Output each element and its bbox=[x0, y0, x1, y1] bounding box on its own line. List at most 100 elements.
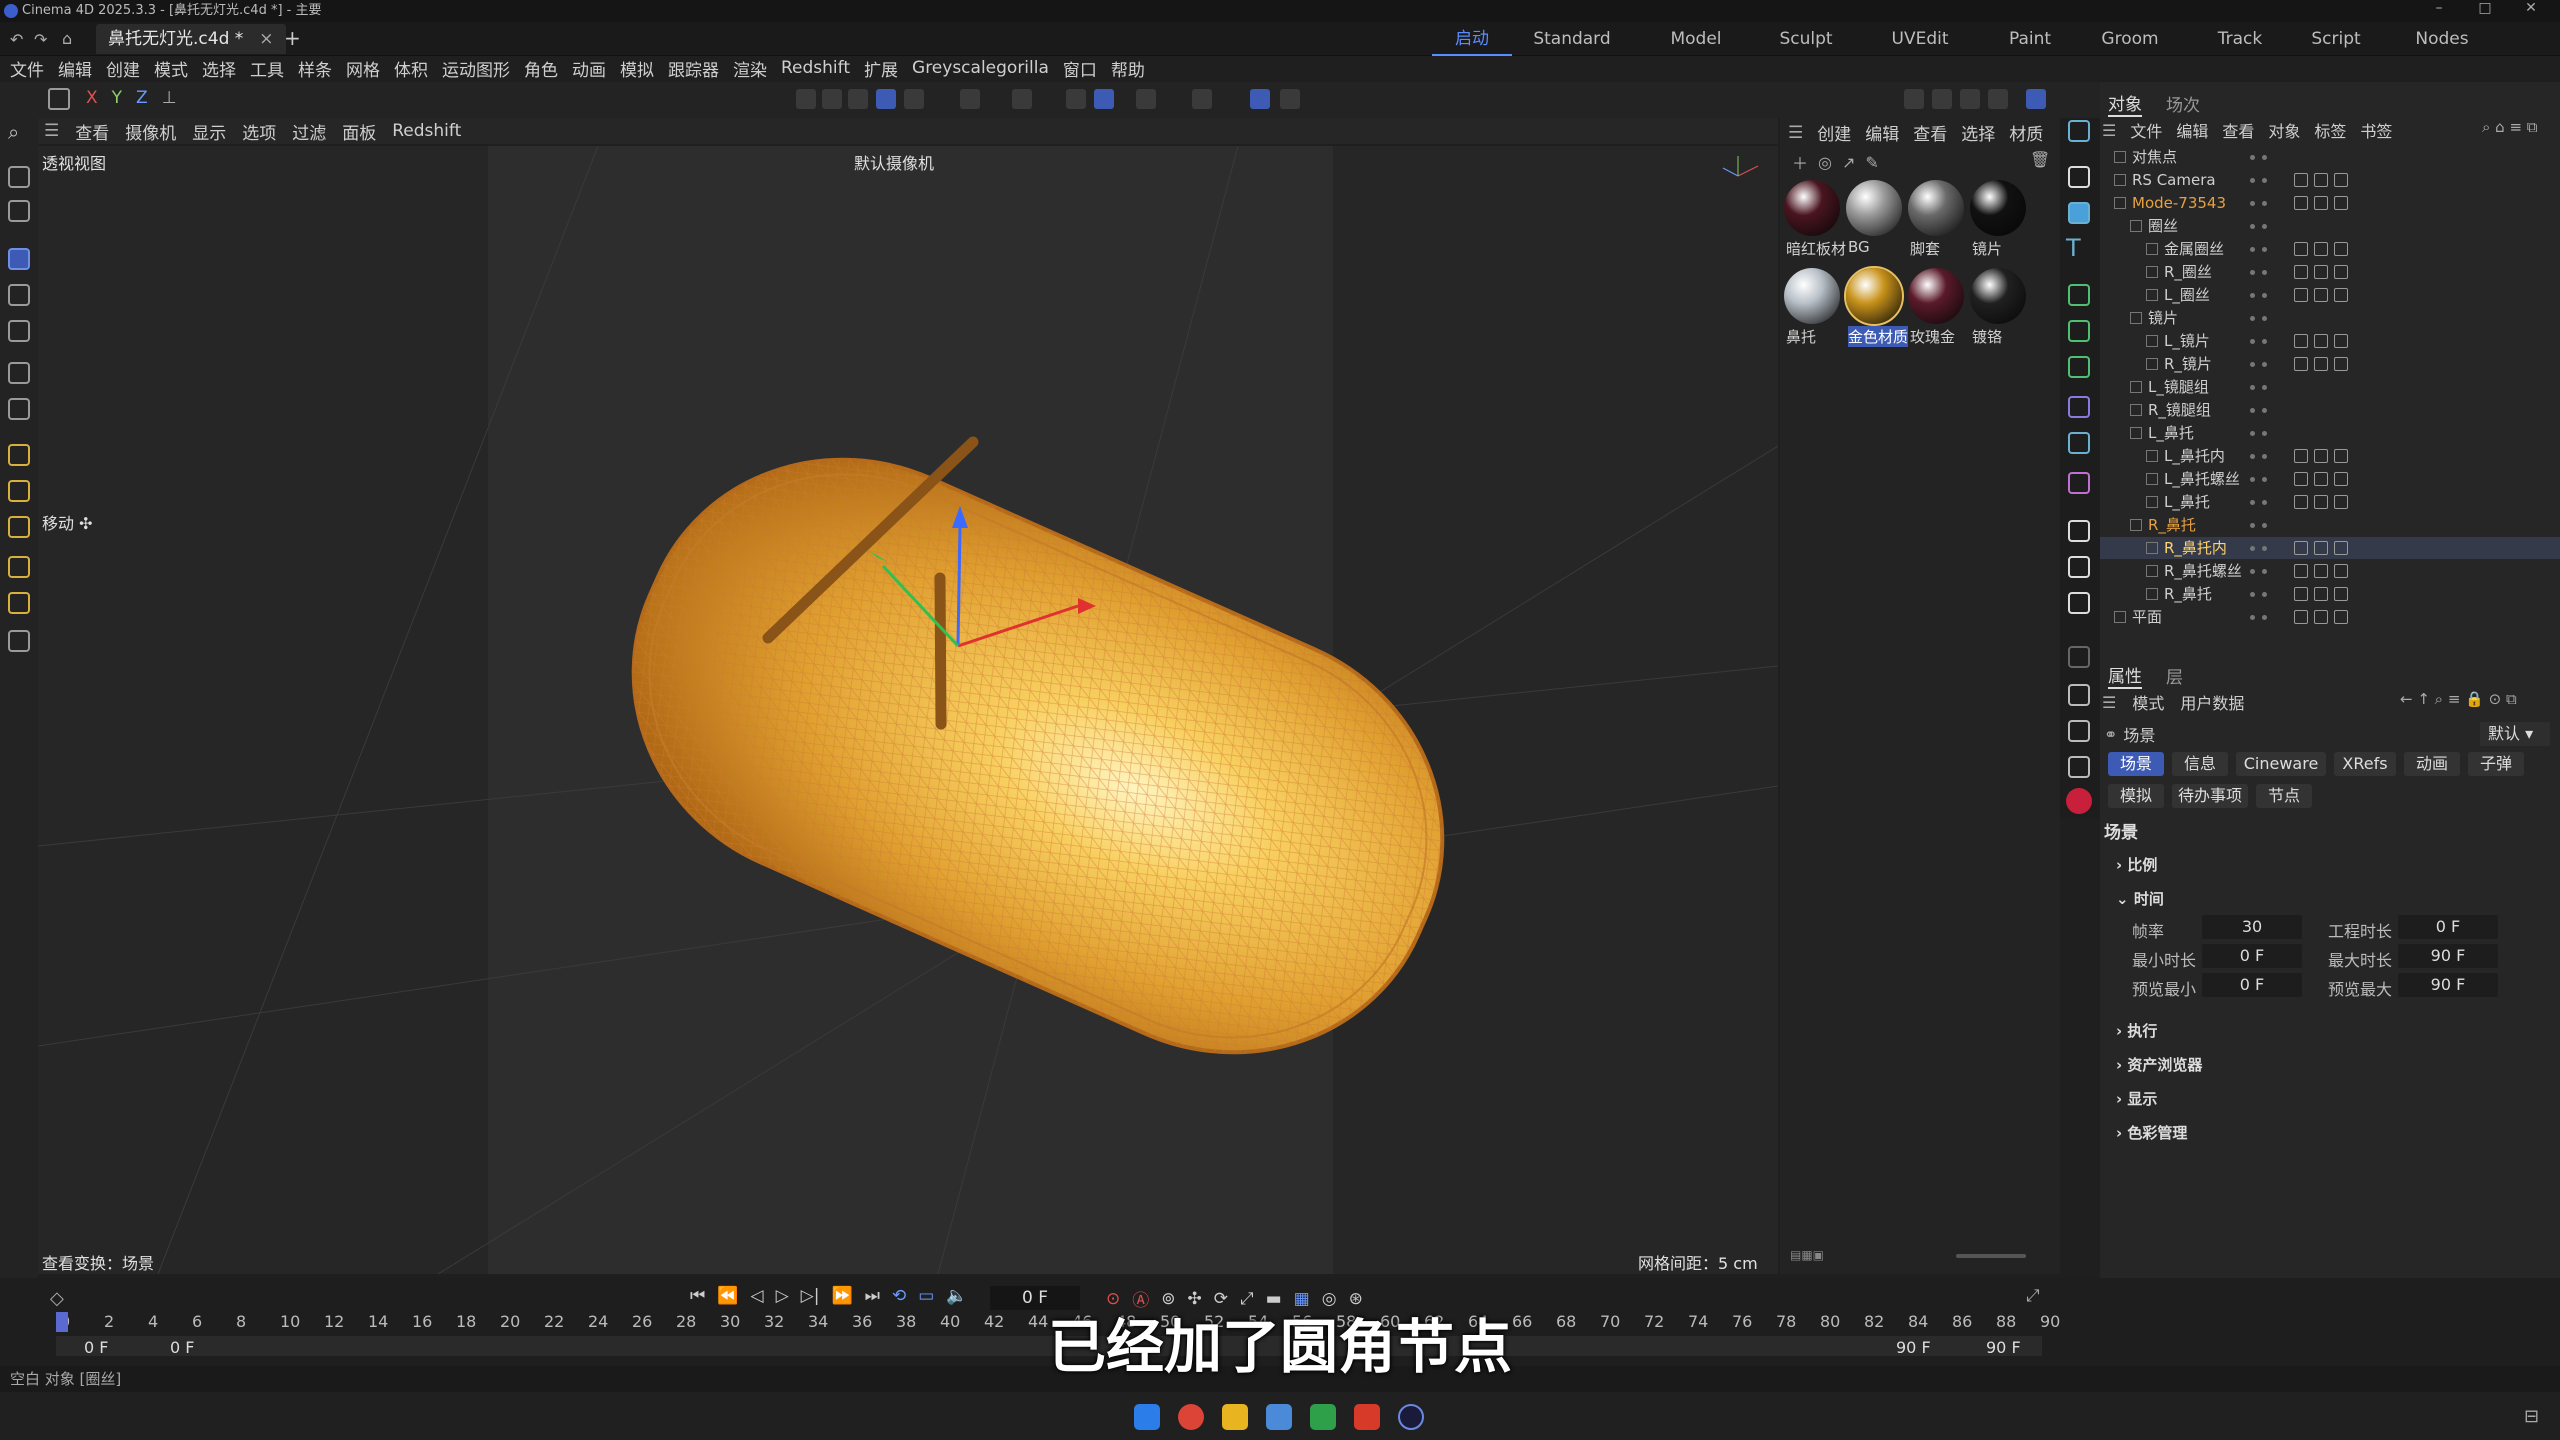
preview-max-field[interactable]: 90 F bbox=[2398, 973, 2498, 997]
visibility-dot[interactable] bbox=[2250, 523, 2255, 528]
object-tag-icon[interactable] bbox=[2314, 357, 2328, 371]
object-row[interactable]: R_鼻托螺丝 bbox=[2100, 560, 2560, 582]
material-swatch[interactable] bbox=[1844, 266, 1904, 326]
render-queue-icon[interactable] bbox=[1988, 89, 2008, 109]
render-dot[interactable] bbox=[2262, 385, 2267, 390]
menu-item[interactable]: 模式 bbox=[154, 56, 188, 81]
attribute-nav-icons[interactable]: ← ↑ ⌕ ≡ 🔒 ⊙ ⧉ bbox=[2400, 690, 2517, 708]
attribute-tab-button[interactable]: 动画 bbox=[2404, 752, 2460, 776]
layout-tab[interactable]: Model bbox=[1656, 22, 1736, 56]
redshift-rv-icon[interactable] bbox=[2026, 89, 2046, 109]
close-button[interactable]: ✕ bbox=[2508, 0, 2554, 16]
object-row[interactable]: R_鼻托 bbox=[2100, 583, 2560, 605]
object-tag-icon[interactable] bbox=[2314, 495, 2328, 509]
object-tag-icon[interactable] bbox=[2314, 541, 2328, 555]
material-link-icon[interactable]: ↗ bbox=[1842, 153, 1855, 172]
attribute-hamburger-icon[interactable]: ☰ bbox=[2102, 693, 2116, 712]
point-mode-icon[interactable] bbox=[822, 89, 842, 109]
visibility-dot[interactable] bbox=[2250, 569, 2255, 574]
layout-tab[interactable]: UVEdit bbox=[1880, 22, 1960, 56]
render-dot[interactable] bbox=[2262, 362, 2267, 367]
object-tag-icon[interactable] bbox=[2294, 564, 2308, 578]
viewport-menu-hamburger-icon[interactable]: ☰ bbox=[44, 121, 59, 141]
max-time-field[interactable]: 90 F bbox=[2398, 944, 2498, 968]
object-tag-icon[interactable] bbox=[2334, 242, 2348, 256]
attribute-tab-button[interactable]: 场景 bbox=[2108, 752, 2164, 776]
material-swatch[interactable] bbox=[1784, 268, 1840, 324]
render-view-icon[interactable] bbox=[1904, 89, 1924, 109]
menu-item[interactable]: Greyscalegorilla bbox=[912, 58, 1049, 78]
tab-attributes[interactable]: 属性 bbox=[2108, 662, 2142, 689]
viewport-menu-item[interactable]: 选项 bbox=[242, 119, 276, 144]
visibility-dot[interactable] bbox=[2250, 454, 2255, 459]
object-menu-item[interactable]: 标签 bbox=[2314, 118, 2346, 142]
viewport-menu-item[interactable]: Redshift bbox=[392, 121, 461, 141]
workplane-icon[interactable] bbox=[1094, 89, 1114, 109]
new-tab-button[interactable]: + bbox=[284, 26, 301, 50]
brush-icon[interactable] bbox=[8, 556, 30, 578]
render-dot[interactable] bbox=[2262, 408, 2267, 413]
object-tag-icon[interactable] bbox=[2334, 173, 2348, 187]
object-tag-icon[interactable] bbox=[2334, 495, 2348, 509]
layout-tab[interactable]: Nodes bbox=[2402, 22, 2482, 56]
visibility-dot[interactable] bbox=[2250, 270, 2255, 275]
render-picture-viewer-icon[interactable] bbox=[1960, 89, 1980, 109]
model-mode-icon[interactable] bbox=[796, 89, 816, 109]
camera-icon[interactable] bbox=[2068, 556, 2090, 578]
z-axis-toggle[interactable]: Z bbox=[136, 88, 148, 108]
soft-selection-icon[interactable] bbox=[1280, 89, 1300, 109]
scale-tool-icon[interactable] bbox=[8, 320, 30, 342]
object-tag-icon[interactable] bbox=[2294, 173, 2308, 187]
menu-item[interactable]: 帮助 bbox=[1111, 56, 1145, 81]
redo-icon[interactable]: ↷ bbox=[34, 30, 47, 49]
render-dot[interactable] bbox=[2262, 293, 2267, 298]
environment-icon[interactable] bbox=[2068, 520, 2090, 542]
attribute-section[interactable]: ⌄ 时间 bbox=[2116, 888, 2164, 909]
file-tab[interactable]: 鼻托无灯光.c4d * × bbox=[96, 24, 286, 54]
attribute-section[interactable]: › 资产浏览器 bbox=[2116, 1054, 2202, 1075]
object-tag-icon[interactable] bbox=[2294, 495, 2308, 509]
material-swatch[interactable] bbox=[1846, 180, 1902, 236]
menu-item[interactable]: Redshift bbox=[781, 58, 850, 78]
visibility-dot[interactable] bbox=[2250, 201, 2255, 206]
notepad-icon[interactable] bbox=[1266, 1404, 1292, 1430]
tags-icon[interactable] bbox=[2068, 646, 2090, 668]
home-icon[interactable]: ⌂ bbox=[62, 29, 72, 48]
object-row[interactable]: R_镜腿组 bbox=[2100, 399, 2560, 421]
layout-tab[interactable]: Standard bbox=[1532, 22, 1612, 56]
snap-settings-icon[interactable] bbox=[2068, 120, 2090, 142]
object-tag-icon[interactable] bbox=[2334, 587, 2348, 601]
render-dot[interactable] bbox=[2262, 500, 2267, 505]
menu-item[interactable]: 样条 bbox=[298, 56, 332, 81]
object-tag-icon[interactable] bbox=[2294, 334, 2308, 348]
object-row[interactable]: L_鼻托 bbox=[2100, 422, 2560, 444]
layout-tab[interactable]: Track bbox=[2200, 22, 2280, 56]
delete-material-icon[interactable]: 🗑 bbox=[2030, 150, 2050, 169]
cloner-icon[interactable] bbox=[2068, 320, 2090, 342]
attribute-section[interactable]: › 比例 bbox=[2116, 854, 2157, 875]
object-tag-icon[interactable] bbox=[2294, 288, 2308, 302]
render-dot[interactable] bbox=[2262, 247, 2267, 252]
y-axis-toggle[interactable]: Y bbox=[112, 88, 122, 108]
project-length-field[interactable]: 0 F bbox=[2398, 915, 2498, 939]
file-explorer-icon[interactable] bbox=[1222, 1404, 1248, 1430]
render-queue-side-icon[interactable] bbox=[2068, 720, 2090, 742]
object-menu-item[interactable]: 书签 bbox=[2360, 118, 2392, 142]
menu-item[interactable]: 跟踪器 bbox=[668, 56, 719, 81]
x-axis-toggle[interactable]: X bbox=[86, 88, 98, 108]
layout-tab[interactable]: Paint bbox=[1990, 22, 2070, 56]
layout-tab[interactable]: Groom bbox=[2090, 22, 2170, 56]
null-object-icon[interactable] bbox=[2068, 166, 2090, 188]
menu-item[interactable]: 模拟 bbox=[620, 56, 654, 81]
scene-object-icon[interactable] bbox=[2068, 472, 2090, 494]
visibility-dot[interactable] bbox=[2250, 477, 2255, 482]
render-dot[interactable] bbox=[2262, 431, 2267, 436]
effector-icon[interactable] bbox=[2068, 356, 2090, 378]
object-tag-icon[interactable] bbox=[2314, 242, 2328, 256]
deformer-object-icon[interactable] bbox=[2068, 396, 2090, 418]
menu-item[interactable]: 动画 bbox=[572, 56, 606, 81]
generator-icon[interactable] bbox=[2068, 284, 2090, 306]
menu-item[interactable]: 扩展 bbox=[864, 56, 898, 81]
render-dot[interactable] bbox=[2262, 523, 2267, 528]
material-size-slider[interactable] bbox=[1956, 1254, 2026, 1258]
